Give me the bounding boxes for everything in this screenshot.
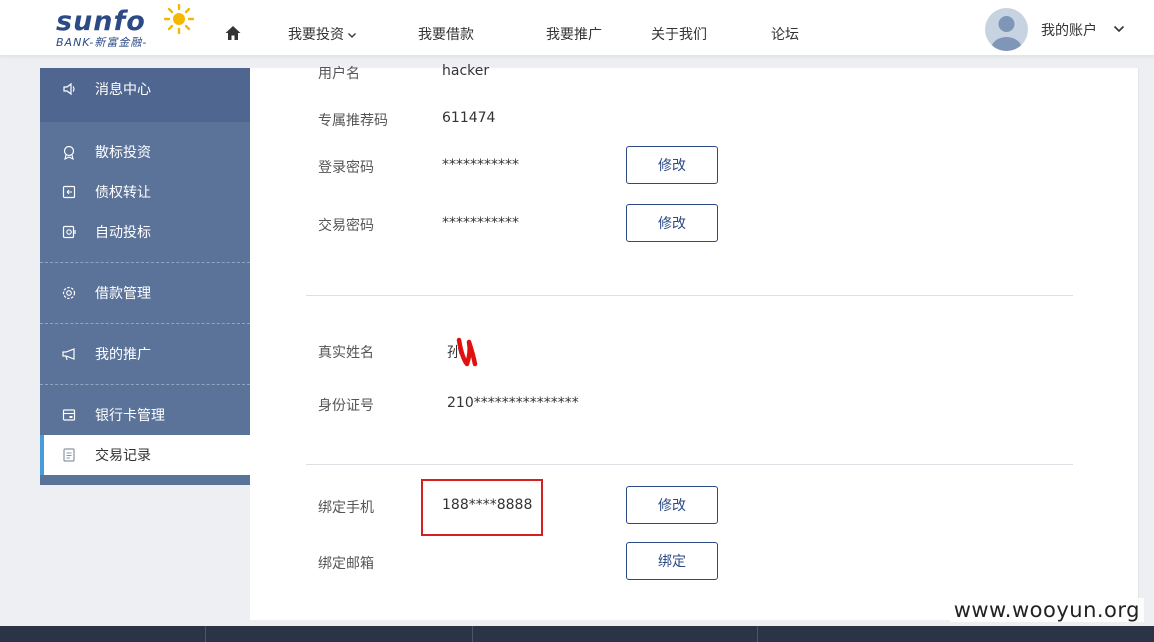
sidebar-item-my-promote[interactable]: 我的推广 — [40, 334, 250, 374]
redaction-scribble — [456, 337, 478, 367]
sidebar-item-label: 借款管理 — [95, 286, 151, 302]
nav-invest[interactable]: 我要投资 — [288, 24, 357, 44]
sidebar-item-label: 债权转让 — [95, 185, 151, 201]
modify-trade-password-button[interactable]: 修改 — [626, 204, 718, 242]
referral-code-value: 611474 — [442, 110, 496, 126]
nav-promote[interactable]: 我要推广 — [546, 24, 602, 44]
chevron-down-icon[interactable] — [1113, 24, 1125, 34]
chevron-down-icon — [348, 33, 356, 38]
logo-tagline: BANK-新富金融- — [56, 36, 148, 49]
footer-divider — [472, 626, 473, 642]
logo-wordmark: sunfo — [56, 6, 146, 37]
gear-icon — [60, 284, 78, 302]
trade-password-value: *********** — [442, 215, 519, 231]
sidebar-item-transactions[interactable]: 交易记录 — [40, 435, 250, 475]
phone-label: 绑定手机 — [318, 500, 374, 516]
referral-code-label: 专属推荐码 — [318, 113, 388, 129]
sidebar-item-label: 自动投标 — [95, 225, 151, 241]
id-number-label: 身份证号 — [318, 398, 374, 414]
document-icon — [60, 446, 78, 464]
nav-borrow[interactable]: 我要借款 — [418, 24, 474, 44]
footer-divider — [757, 626, 758, 642]
login-password-value: *********** — [442, 157, 519, 173]
modify-phone-button[interactable]: 修改 — [626, 486, 718, 524]
sidebar-item-label: 银行卡管理 — [95, 408, 165, 424]
nav-forum[interactable]: 论坛 — [771, 24, 799, 44]
phone-value: 188****8888 — [442, 497, 533, 513]
bottom-bar — [0, 626, 1154, 642]
sidebar-divider — [40, 323, 250, 324]
home-icon[interactable] — [224, 24, 242, 42]
my-account-menu[interactable]: 我的账户 — [1041, 20, 1097, 40]
id-number-value: 210*************** — [447, 395, 579, 411]
top-header: sunfo BANK-新富金融- 我要投资 我要借款 我要推广 关于我们 论坛 … — [0, 0, 1154, 56]
sidebar-item-label: 散标投资 — [95, 145, 151, 161]
sidebar-item-debt-transfer[interactable]: 债权转让 — [40, 172, 250, 212]
sun-icon — [164, 4, 194, 34]
username-value: hacker — [442, 63, 490, 79]
sidebar-divider — [40, 384, 250, 385]
sidebar-item-loan-invest[interactable]: 散标投资 — [40, 132, 250, 172]
trade-password-label: 交易密码 — [318, 218, 374, 234]
medal-icon — [60, 143, 78, 161]
speaker-icon — [60, 80, 78, 98]
section-divider — [306, 464, 1073, 465]
bank-card-icon — [60, 406, 78, 424]
user-avatar-icon — [991, 16, 1022, 51]
email-label: 绑定邮箱 — [318, 556, 374, 572]
username-label: 用户名 — [318, 66, 360, 82]
modify-login-password-button[interactable]: 修改 — [626, 146, 718, 184]
sidebar-item-messages[interactable]: 消息中心 — [40, 69, 250, 109]
real-name-label: 真实姓名 — [318, 345, 374, 361]
nav-about[interactable]: 关于我们 — [651, 24, 707, 44]
avatar[interactable] — [985, 8, 1028, 51]
active-indicator — [40, 435, 44, 475]
exit-icon — [60, 183, 78, 201]
section-divider — [306, 295, 1073, 296]
sidebar: 消息中心 散标投资 债权转让 自动投标 借款管理 我的推广 银行卡管理 交易记录 — [40, 68, 250, 485]
sidebar-item-label: 我的推广 — [95, 347, 151, 363]
nav-invest-label: 我要投资 — [288, 27, 344, 43]
sidebar-item-label: 交易记录 — [95, 448, 151, 464]
watermark-text: www.wooyun.org — [949, 598, 1144, 622]
sidebar-item-auto-bid[interactable]: 自动投标 — [40, 212, 250, 252]
megaphone-icon — [60, 345, 78, 363]
account-info-panel: 用户名 hacker 专属推荐码 611474 登录密码 ***********… — [250, 63, 1139, 620]
sidebar-item-loan-manage[interactable]: 借款管理 — [40, 273, 250, 313]
sidebar-divider — [40, 262, 250, 263]
sunfo-logo[interactable]: sunfo BANK-新富金融- — [54, 4, 194, 50]
login-password-label: 登录密码 — [318, 160, 374, 176]
sidebar-item-label: 消息中心 — [95, 82, 151, 98]
bind-email-button[interactable]: 绑定 — [626, 542, 718, 580]
auto-bid-icon — [60, 223, 78, 241]
footer-divider — [205, 626, 206, 642]
sidebar-item-bank-card[interactable]: 银行卡管理 — [40, 395, 250, 435]
